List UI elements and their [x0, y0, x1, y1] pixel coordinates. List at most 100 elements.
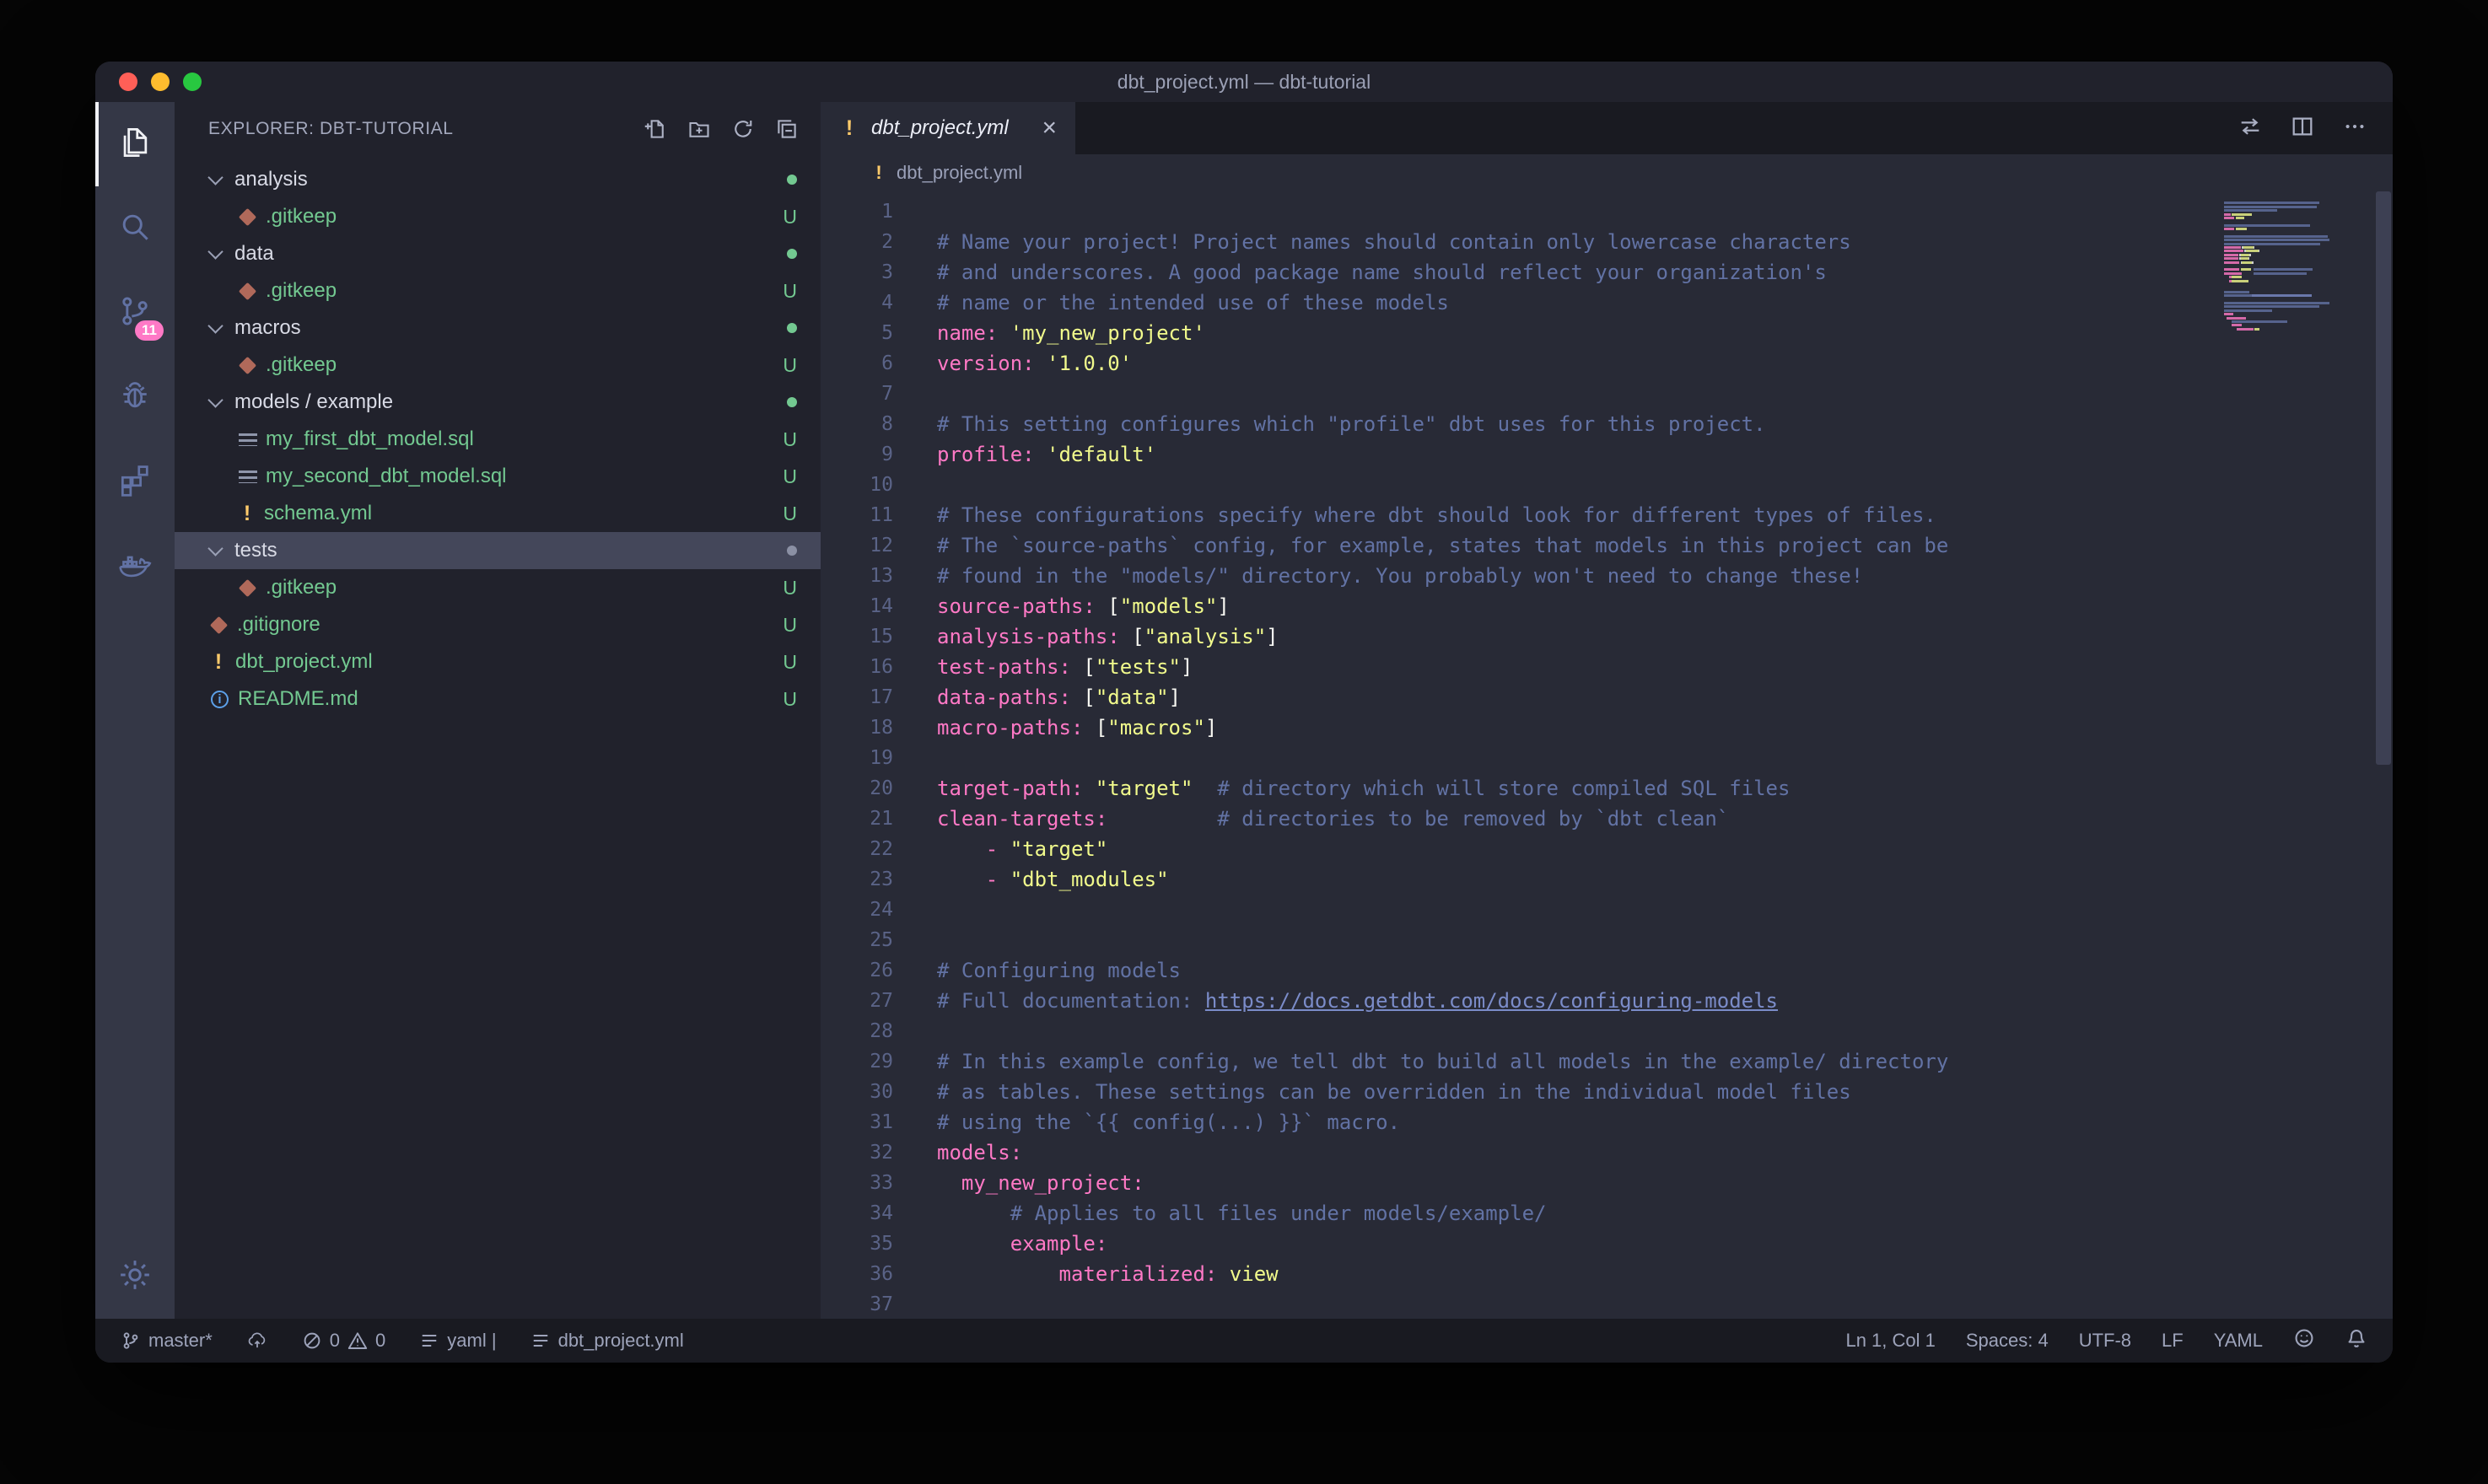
code-line-36[interactable]: 36 materialized: view [821, 1259, 2393, 1289]
line-number: 31 [821, 1107, 937, 1137]
code-line-23[interactable]: 23 - "dbt_modules" [821, 864, 2393, 895]
activitybar-extensions[interactable] [95, 439, 175, 524]
minimap[interactable] [2224, 198, 2367, 335]
publish-changes-button[interactable] [246, 1330, 268, 1352]
code-line-37[interactable]: 37 [821, 1289, 2393, 1319]
code-line-28[interactable]: 28 [821, 1016, 2393, 1046]
code-line-30[interactable]: 30# as tables. These settings can be ove… [821, 1077, 2393, 1107]
git-file-icon [239, 578, 256, 596]
code-line-17[interactable]: 17data-paths: ["data"] [821, 682, 2393, 712]
new-file-icon[interactable] [644, 117, 667, 141]
tree-file-gitignore[interactable]: .gitignoreU [175, 606, 821, 643]
code-line-14[interactable]: 14source-paths: ["models"] [821, 591, 2393, 621]
tab-close-icon[interactable]: × [1042, 116, 1057, 141]
activitybar-search[interactable] [95, 186, 175, 271]
code-line-31[interactable]: 31# using the `{{ config(...) }}` macro. [821, 1107, 2393, 1137]
code-line-24[interactable]: 24 [821, 895, 2393, 925]
code-line-3[interactable]: 3# and underscores. A good package name … [821, 257, 2393, 288]
code-line-2[interactable]: 2# Name your project! Project names shou… [821, 227, 2393, 257]
code-line-33[interactable]: 33 my_new_project: [821, 1168, 2393, 1198]
code-line-5[interactable]: 5name: 'my_new_project' [821, 318, 2393, 348]
activitybar-debug[interactable] [95, 355, 175, 439]
code-line-20[interactable]: 20target-path: "target" # directory whic… [821, 773, 2393, 804]
split-editor-icon[interactable] [2290, 114, 2315, 143]
tree-folder-models-example[interactable]: models / example [175, 384, 821, 421]
problems-status[interactable]: 0 0 [302, 1330, 386, 1352]
cursor-position-status[interactable]: Ln 1, Col 1 [1845, 1330, 1935, 1352]
code-line-19[interactable]: 19 [821, 743, 2393, 773]
activitybar-docker[interactable] [95, 524, 175, 608]
tree-file-gitkeep[interactable]: .gitkeepU [175, 347, 821, 384]
tab-dbt-project-yml[interactable]: ! dbt_project.yml × [821, 102, 1075, 154]
notifications-bell-icon[interactable] [2345, 1327, 2367, 1354]
code-line-29[interactable]: 29# In this example config, we tell dbt … [821, 1046, 2393, 1077]
tree-folder-analysis[interactable]: analysis [175, 161, 821, 198]
active-file-status[interactable]: dbt_project.yml [530, 1330, 684, 1352]
yaml-schema-status[interactable]: yaml | [419, 1330, 496, 1352]
indentation-status[interactable]: Spaces: 4 [1966, 1330, 2049, 1352]
tree-item-label: data [234, 242, 274, 266]
refresh-icon[interactable] [731, 117, 755, 141]
close-window-button[interactable] [119, 73, 137, 91]
code-line-12[interactable]: 12# The `source-paths` config, for examp… [821, 530, 2393, 561]
activitybar-explorer[interactable] [95, 102, 175, 186]
folder-change-dot [787, 323, 797, 333]
code-line-32[interactable]: 32models: [821, 1137, 2393, 1168]
tree-file-readme-md[interactable]: iREADME.mdU [175, 680, 821, 718]
tab-label: dbt_project.yml [871, 116, 1009, 140]
code-line-35[interactable]: 35 example: [821, 1229, 2393, 1259]
tree-file-my-first-dbt-model-sql[interactable]: my_first_dbt_model.sqlU [175, 421, 821, 458]
tree-folder-tests[interactable]: tests [175, 532, 821, 569]
code-line-25[interactable]: 25 [821, 925, 2393, 955]
code-line-8[interactable]: 8# This setting configures which "profil… [821, 409, 2393, 439]
code-line-9[interactable]: 9profile: 'default' [821, 439, 2393, 470]
line-number: 34 [821, 1198, 937, 1229]
code-line-18[interactable]: 18macro-paths: ["macros"] [821, 712, 2393, 743]
line-number: 25 [821, 925, 937, 955]
feedback-smiley-icon[interactable] [2293, 1327, 2315, 1354]
tree-file-gitkeep[interactable]: .gitkeepU [175, 272, 821, 309]
tree-file-gitkeep[interactable]: .gitkeepU [175, 198, 821, 235]
activitybar-source-control[interactable]: 11 [95, 271, 175, 355]
breadcrumb[interactable]: ! dbt_project.yml [821, 154, 2393, 191]
language-mode-status[interactable]: YAML [2214, 1330, 2263, 1352]
tree-file-schema-yml[interactable]: !schema.ymlU [175, 495, 821, 532]
tree-file-my-second-dbt-model-sql[interactable]: my_second_dbt_model.sqlU [175, 458, 821, 495]
code-line-26[interactable]: 26# Configuring models [821, 955, 2393, 986]
breadcrumb-file[interactable]: dbt_project.yml [897, 162, 1022, 184]
open-changes-icon[interactable] [2238, 114, 2263, 143]
activitybar-settings[interactable] [95, 1234, 175, 1319]
line-number: 37 [821, 1289, 937, 1319]
code-line-15[interactable]: 15analysis-paths: ["analysis"] [821, 621, 2393, 652]
tree-file-gitkeep[interactable]: .gitkeepU [175, 569, 821, 606]
code-line-21[interactable]: 21clean-targets: # directories to be rem… [821, 804, 2393, 834]
code-line-11[interactable]: 11# These configurations specify where d… [821, 500, 2393, 530]
eol-status[interactable]: LF [2162, 1330, 2184, 1352]
git-status-badge: U [783, 354, 797, 377]
zoom-window-button[interactable] [183, 73, 202, 91]
code-line-27[interactable]: 27# Full documentation: https://docs.get… [821, 986, 2393, 1016]
line-number: 12 [821, 530, 937, 561]
collapse-folders-icon[interactable] [775, 117, 799, 141]
code-line-16[interactable]: 16test-paths: ["tests"] [821, 652, 2393, 682]
new-folder-icon[interactable] [687, 117, 711, 141]
more-actions-icon[interactable] [2342, 114, 2367, 143]
code-line-34[interactable]: 34 # Applies to all files under models/e… [821, 1198, 2393, 1229]
encoding-status[interactable]: UTF-8 [2079, 1330, 2131, 1352]
code-line-1[interactable]: 1 [821, 196, 2393, 227]
line-number: 26 [821, 955, 937, 986]
code-line-22[interactable]: 22 - "target" [821, 834, 2393, 864]
tree-item-label: models / example [234, 390, 393, 414]
branch-status[interactable]: master* [121, 1330, 213, 1352]
tree-folder-data[interactable]: data [175, 235, 821, 272]
chevron-down-icon [207, 318, 223, 333]
scrollbar-thumb[interactable] [2376, 191, 2391, 765]
code-line-7[interactable]: 7 [821, 379, 2393, 409]
code-line-6[interactable]: 6version: '1.0.0' [821, 348, 2393, 379]
tree-folder-macros[interactable]: macros [175, 309, 821, 347]
tree-file-dbt-project-yml[interactable]: !dbt_project.ymlU [175, 643, 821, 680]
code-line-13[interactable]: 13# found in the "models/" directory. Yo… [821, 561, 2393, 591]
code-line-4[interactable]: 4# name or the intended use of these mod… [821, 288, 2393, 318]
minimize-window-button[interactable] [151, 73, 170, 91]
code-line-10[interactable]: 10 [821, 470, 2393, 500]
